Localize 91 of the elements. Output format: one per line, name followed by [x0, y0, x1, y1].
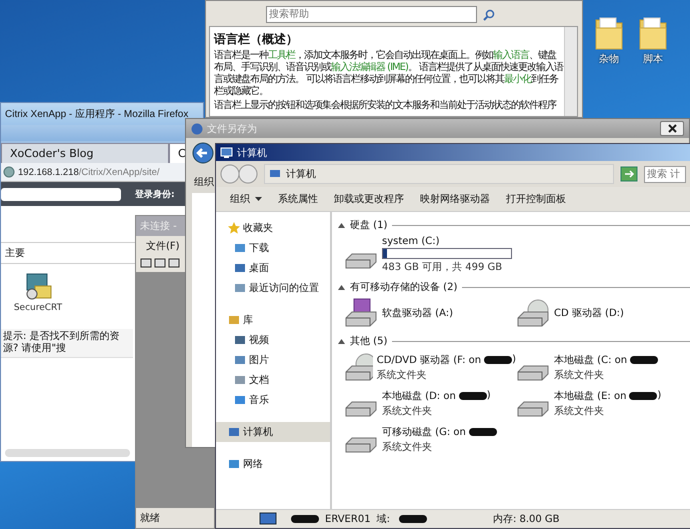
- navigation-item[interactable]: 视频: [216, 330, 330, 350]
- drive-name[interactable]: CD 驱动器 (D:): [554, 306, 624, 320]
- drive-detail: 系统文件夹: [382, 404, 433, 418]
- desktop-icon-label[interactable]: 杂物: [599, 52, 619, 66]
- drive-name[interactable]: 可移动磁盘 (G: on: [382, 424, 497, 438]
- navigation-item[interactable]: 库: [216, 310, 330, 330]
- navigation-icon: [234, 334, 246, 346]
- toolbar-button[interactable]: 卸载或更改程序: [334, 192, 404, 206]
- disc-drive-icon[interactable]: [516, 298, 550, 328]
- help-link[interactable]: 工具栏: [268, 50, 295, 61]
- status-text: 就绪: [139, 512, 161, 526]
- scrollbar[interactable]: [564, 27, 577, 116]
- search-icon[interactable]: [483, 8, 495, 20]
- computer-name: ERVER01: [325, 514, 371, 524]
- window-title: 计算机: [237, 146, 267, 160]
- application-label[interactable]: SecureCRT: [14, 303, 62, 313]
- toolbar-button[interactable]: 打开控制面板: [506, 192, 566, 206]
- memory-info: 内存: 8.00 GB: [492, 512, 560, 526]
- drive-name[interactable]: system (C:): [382, 236, 512, 247]
- scrollbar[interactable]: [5, 449, 130, 457]
- group-heading[interactable]: 有可移动存储的设备 (2): [350, 280, 458, 294]
- drive-detail: 系统文件夹: [382, 440, 433, 454]
- help-link[interactable]: 输入法编辑器 (IME): [331, 62, 408, 73]
- browser-tab[interactable]: XoCoder's Blog: [1, 143, 169, 163]
- navigation-icon: [228, 426, 240, 438]
- redaction-mark: [291, 515, 319, 523]
- group-heading[interactable]: 硬盘 (1): [350, 218, 388, 232]
- navigation-item[interactable]: 文档: [216, 370, 330, 390]
- navigation-item[interactable]: 收藏夹: [216, 218, 330, 238]
- computer-icon: [269, 169, 281, 179]
- window-title: Citrix XenApp - 应用程序 - Mozilla Firefox: [1, 103, 203, 125]
- floppy-drive-icon[interactable]: [344, 298, 378, 328]
- back-icon[interactable]: [192, 142, 214, 164]
- toolbar-button[interactable]: 映射网络驱动器: [420, 192, 490, 206]
- computer-icon: [220, 146, 233, 158]
- toolbar-button[interactable]: 组织: [194, 177, 214, 188]
- navigation-item[interactable]: 图片: [216, 350, 330, 370]
- navigation-icon: [234, 374, 246, 386]
- help-heading: 语言栏（概述）: [214, 31, 299, 48]
- menu-item[interactable]: 文件(F): [146, 241, 180, 252]
- navigation-icon: [234, 282, 246, 294]
- disc-drive-icon[interactable]: [344, 352, 373, 382]
- window-title: 文件另存为: [207, 122, 258, 136]
- navigation-icon: [228, 458, 240, 470]
- toolbar-icon[interactable]: [140, 257, 152, 269]
- drive-name[interactable]: 本地磁盘 (D: on ): [382, 388, 491, 402]
- collapse-icon[interactable]: [338, 222, 345, 228]
- navigation-icon: [228, 314, 240, 326]
- drive-detail: 系统文件夹: [554, 368, 605, 382]
- refresh-icon[interactable]: [620, 166, 638, 182]
- navigation-icon: [234, 262, 246, 274]
- toolbar-button[interactable]: 组织: [230, 192, 262, 206]
- toolbar-icon[interactable]: [154, 257, 166, 269]
- navigation-item[interactable]: 桌面: [216, 258, 330, 278]
- desktop-icon-label[interactable]: 脚本: [643, 52, 663, 66]
- help-link[interactable]: 输入语言: [493, 50, 529, 61]
- drive-name[interactable]: CD/DVD 驱动器 (F: on ): [376, 352, 516, 366]
- toolbar-icon[interactable]: [168, 257, 180, 269]
- redaction-mark: [398, 515, 427, 523]
- collapse-icon[interactable]: [338, 284, 345, 290]
- navigation-icon: [234, 394, 246, 406]
- navigation-icon: [234, 242, 246, 254]
- drive-detail: 483 GB 可用，共 499 GB: [382, 260, 504, 274]
- search-field[interactable]: 搜索 计: [644, 166, 686, 182]
- navigation-item[interactable]: 下载: [216, 238, 330, 258]
- toolbar-button[interactable]: 系统属性: [278, 192, 318, 206]
- navigation-item[interactable]: 音乐: [216, 390, 330, 410]
- help-paragraph: 语言栏是一种工具栏，添加文本服务时，它会自动出现在桌面上。例如输入语言、键盘布局、手写识别、语音识别或输入法编辑器 (IME)。 语言栏提供了从桌面快速更改输入语言或键盘布局的方法。 可以将语言栏移动到屏幕的任何位置，也可以将其最小化到任务栏或隐藏它。: [214, 50, 564, 98]
- group-heading[interactable]: 其他 (5): [350, 334, 388, 348]
- drive-detail: 系统文件夹: [554, 404, 605, 418]
- search-field[interactable]: [1, 188, 121, 200]
- search-field[interactable]: 搜索帮助: [266, 6, 477, 23]
- close-icon[interactable]: [668, 124, 676, 133]
- help-link[interactable]: 最小化: [504, 74, 532, 85]
- navigation-item[interactable]: 网络: [216, 454, 330, 474]
- address-bar[interactable]: 计算机: [264, 164, 614, 184]
- domain-label: 域:: [376, 512, 390, 526]
- navigation-item[interactable]: 最近访问的位置: [216, 278, 330, 298]
- login-label: 登录身份:: [135, 188, 175, 200]
- drive-name[interactable]: 本地磁盘 (E: on ): [554, 388, 662, 402]
- drive-name[interactable]: 软盘驱动器 (A:): [382, 306, 454, 320]
- drive-detail: 系统文件夹: [376, 368, 428, 382]
- collapse-icon[interactable]: [338, 338, 345, 344]
- navigation-icon: [234, 354, 246, 366]
- navigation-icon: [228, 222, 240, 234]
- hint-text: 提示: 是否找不到所需的资源? 请使用"搜: [1, 329, 133, 358]
- caret-icon[interactable]: [255, 196, 262, 202]
- drive-name[interactable]: 本地磁盘 (C: on: [554, 352, 658, 366]
- help-paragraph: 语言栏上显示的按钮和选项集会根据所安装的文本服务和当前处于活动状态的软件程序: [214, 100, 558, 112]
- close-button[interactable]: [660, 121, 684, 136]
- navigation-item[interactable]: 计算机: [216, 422, 330, 442]
